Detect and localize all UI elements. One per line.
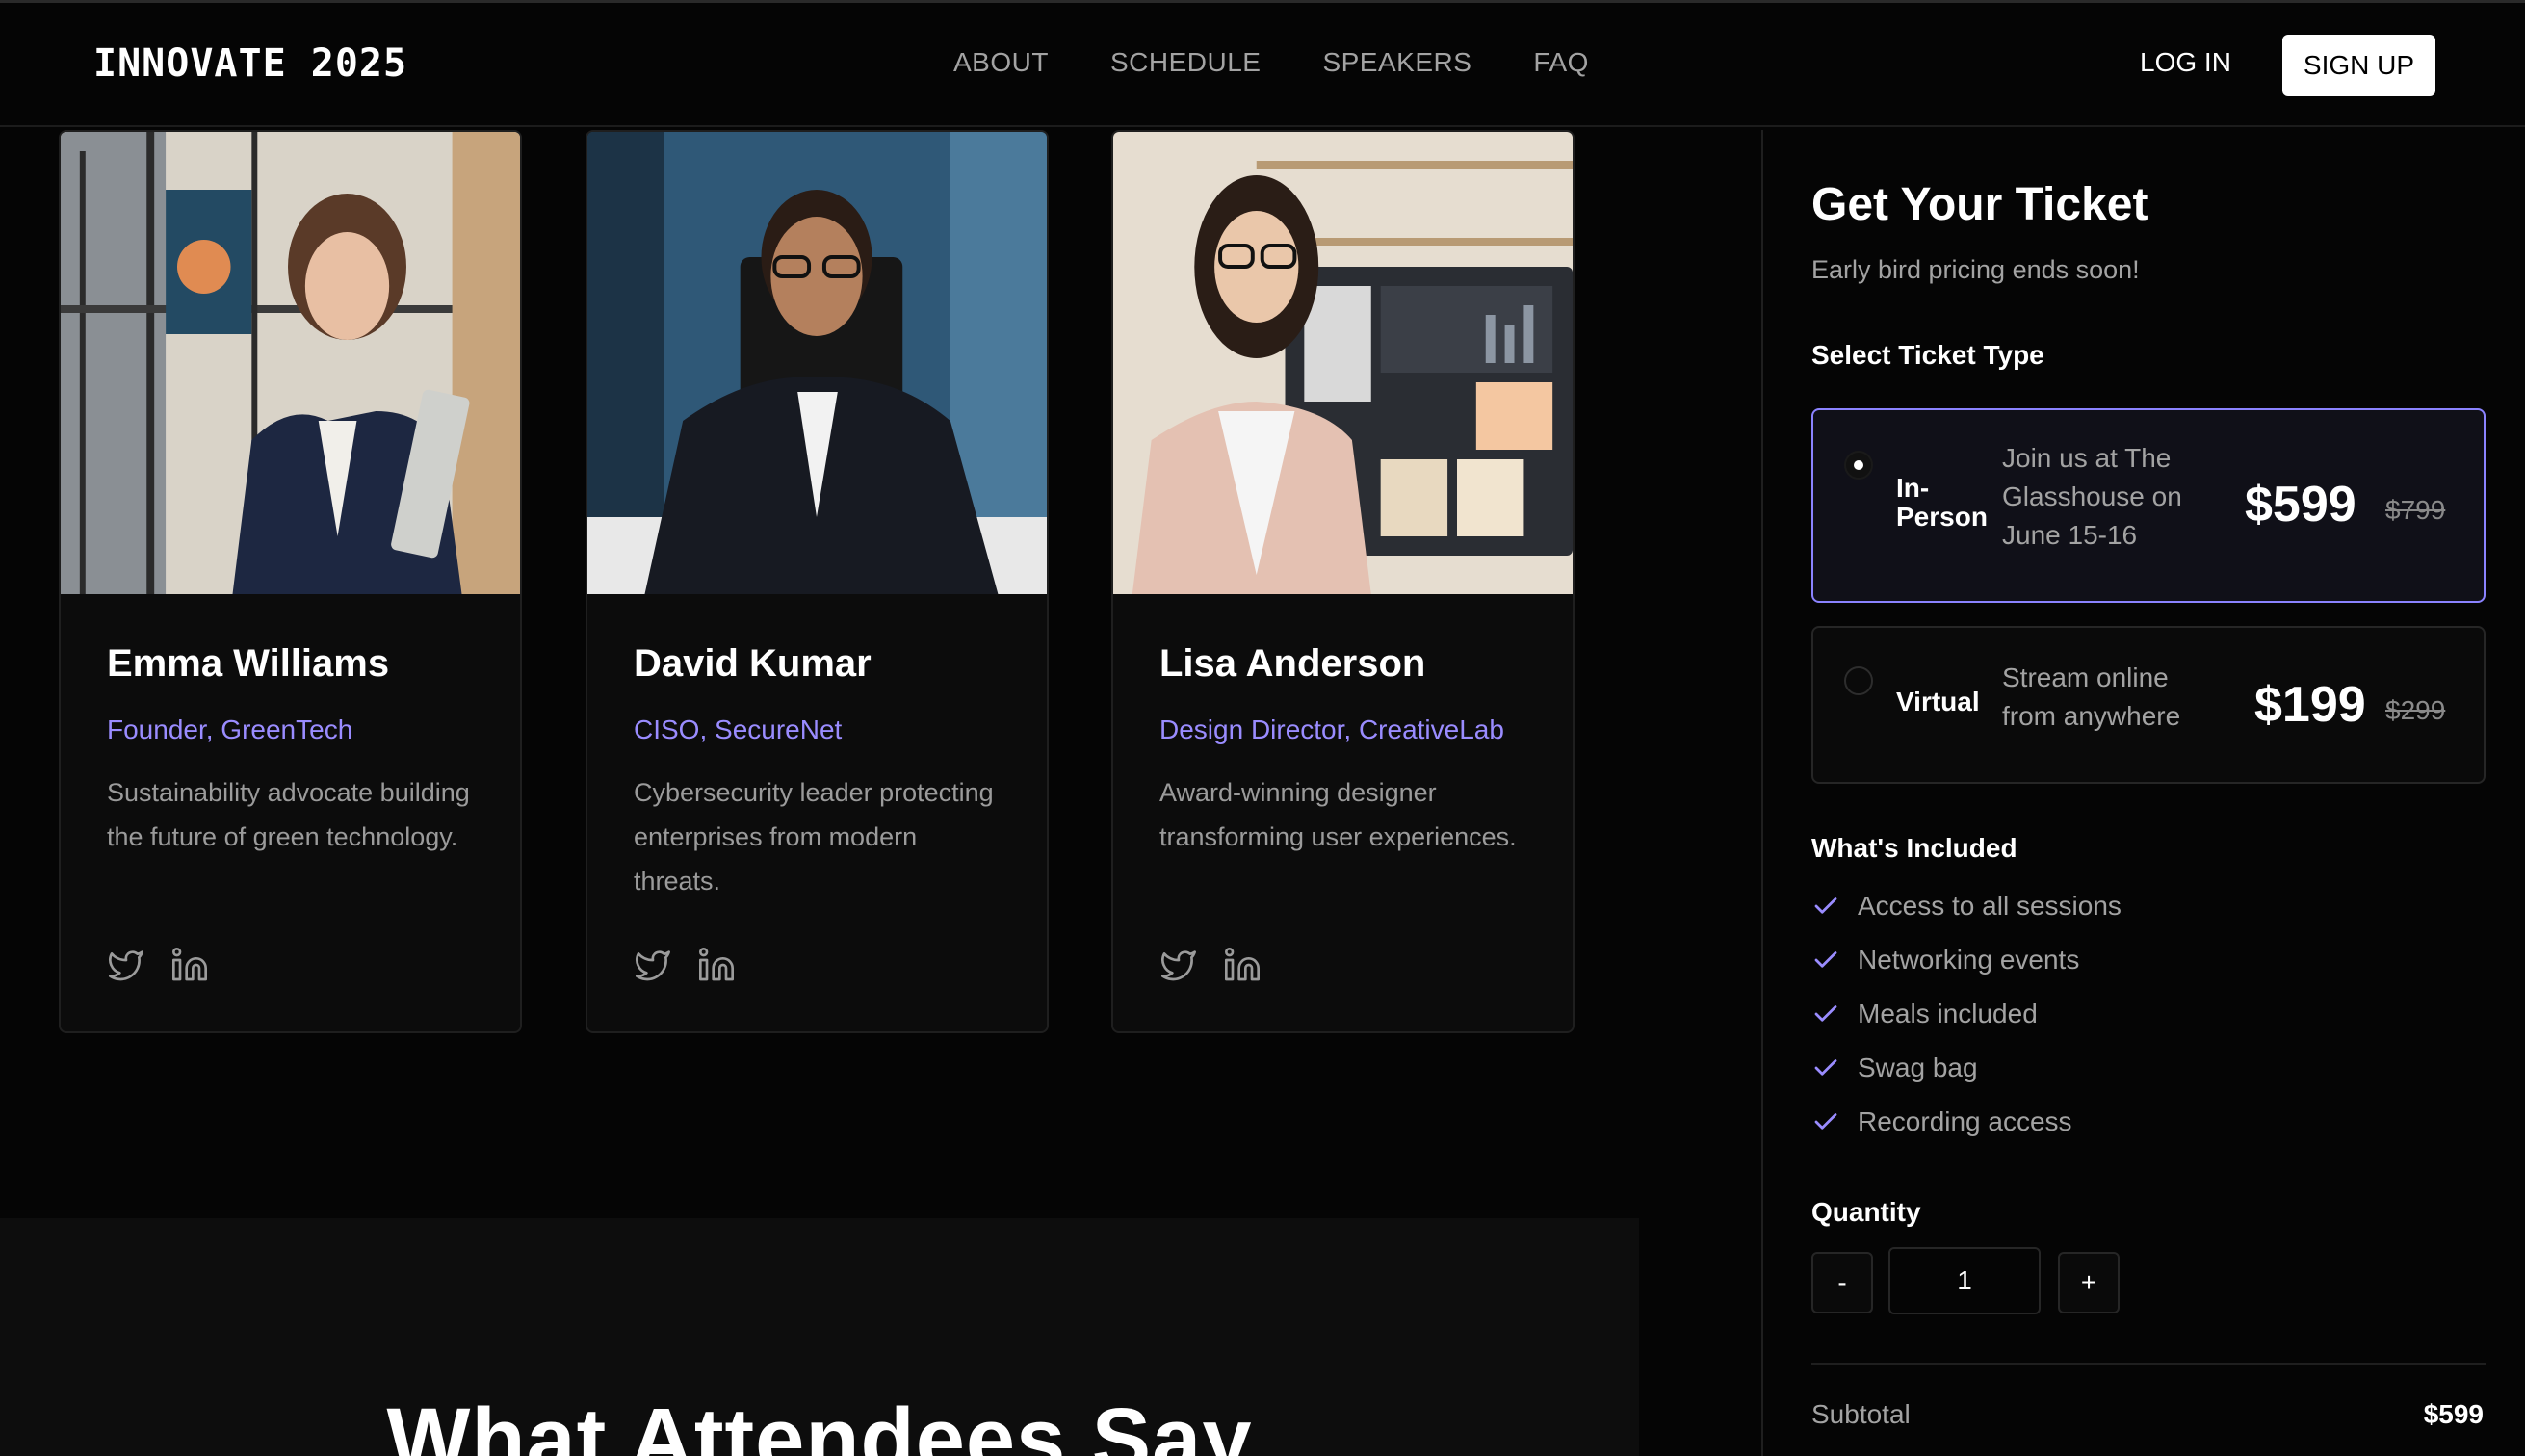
speaker-name: Lisa Anderson	[1159, 642, 1426, 685]
login-button[interactable]: LOG IN	[2140, 47, 2231, 78]
top-navbar: INNOVATE 2025 ABOUT SCHEDULE SPEAKERS FA…	[0, 3, 2525, 127]
speaker-card: Lisa Anderson Design Director, CreativeL…	[1111, 130, 1575, 1033]
ticket-panel: Get Your Ticket Early bird pricing ends …	[1761, 130, 2525, 1456]
check-icon	[1814, 1005, 1837, 1022]
speaker-bio: Cybersecurity leader protecting enterpri…	[634, 778, 994, 896]
speaker-name: David Kumar	[634, 642, 872, 685]
radio-virtual[interactable]	[1844, 666, 1873, 695]
speaker-bio: Sustainability advocate building the fut…	[107, 778, 470, 851]
nav-speakers[interactable]: SPEAKERS	[1322, 47, 1471, 78]
radio-in-person[interactable]	[1844, 451, 1873, 480]
ticket-option-desc: Stream online from anywhere	[2002, 663, 2181, 731]
subtotal-label: Subtotal	[1811, 1399, 1911, 1429]
ticket-option-price: $199	[2254, 677, 2366, 733]
quantity-heading: Quantity	[1811, 1197, 1921, 1227]
ticket-option-old-price: $299	[2385, 695, 2446, 725]
main-nav: ABOUT SCHEDULE SPEAKERS FAQ	[953, 47, 1589, 78]
speaker-photo	[587, 132, 1047, 594]
ticket-option-old-price: $799	[2385, 495, 2446, 525]
quantity-increment-button[interactable]: +	[2058, 1252, 2120, 1313]
speaker-role: CISO, SecureNet	[634, 715, 843, 744]
included-item-label: Recording access	[1858, 1106, 2072, 1136]
speaker-card: Emma Williams Founder, GreenTech Sustain…	[59, 130, 522, 1033]
included-item-label: Swag bag	[1858, 1053, 1978, 1082]
speaker-info: David Kumar CISO, SecureNet Cybersecurit…	[634, 642, 1008, 903]
subtotal-value: $599	[2423, 1399, 2484, 1429]
speaker-role: Founder, GreenTech	[107, 715, 353, 744]
quantity-decrement-button[interactable]: -	[1811, 1252, 1873, 1313]
ticket-title: Get Your Ticket	[1811, 179, 2148, 230]
page: INNOVATE 2025 ABOUT SCHEDULE SPEAKERS FA…	[0, 0, 2525, 1456]
included-item-label: Access to all sessions	[1858, 891, 2122, 921]
check-icon	[1814, 951, 1837, 968]
ticket-option-in-person[interactable]: In-Person Join us at The Glasshouse on J…	[1811, 408, 2486, 603]
check-icon	[1814, 897, 1837, 914]
nav-schedule[interactable]: SCHEDULE	[1110, 47, 1261, 78]
speaker-role: Design Director, CreativeLab	[1159, 715, 1504, 744]
social-links	[1159, 946, 1262, 984]
speaker-name: Emma Williams	[107, 642, 390, 685]
social-links	[107, 946, 209, 984]
linkedin-icon[interactable]	[697, 946, 736, 984]
quantity-input[interactable]	[1888, 1247, 2041, 1314]
ticket-option-virtual[interactable]: Virtual Stream online from anywhere $199…	[1811, 626, 2486, 784]
linkedin-icon[interactable]	[1223, 946, 1262, 984]
included-item: Swag bag	[1811, 1053, 1978, 1083]
included-item-label: Networking events	[1858, 945, 2080, 975]
twitter-icon[interactable]	[107, 946, 145, 984]
included-item: Networking events	[1811, 945, 2079, 975]
social-links	[634, 946, 736, 984]
check-icon	[1814, 1113, 1837, 1130]
ticket-option-name: In-Person	[1896, 473, 1988, 532]
speaker-card: David Kumar CISO, SecureNet Cybersecurit…	[586, 130, 1049, 1033]
nav-about[interactable]: ABOUT	[953, 47, 1049, 78]
signup-button[interactable]: SIGN UP	[2282, 35, 2435, 96]
included-item: Recording access	[1811, 1106, 2072, 1137]
whats-included-heading: What's Included	[1811, 833, 2017, 863]
twitter-icon[interactable]	[1159, 946, 1198, 984]
check-icon	[1814, 1059, 1837, 1076]
included-item-label: Meals included	[1858, 999, 2038, 1028]
brand-logo[interactable]: INNOVATE 2025	[93, 41, 407, 86]
ticket-option-desc: Join us at The Glasshouse on June 15-16	[2002, 443, 2182, 550]
included-item: Access to all sessions	[1811, 891, 2122, 922]
divider	[1811, 1363, 2486, 1365]
nav-faq[interactable]: FAQ	[1533, 47, 1589, 78]
included-item: Meals included	[1811, 999, 2038, 1029]
ticket-option-name: Virtual	[1896, 687, 1980, 716]
speaker-info: Emma Williams Founder, GreenTech Sustain…	[107, 642, 482, 859]
speaker-info: Lisa Anderson Design Director, CreativeL…	[1159, 642, 1534, 859]
speaker-photo	[1113, 132, 1573, 594]
ticket-subtitle: Early bird pricing ends soon!	[1811, 255, 2140, 284]
speaker-bio: Award-winning designer transforming user…	[1159, 778, 1517, 851]
ticket-option-price: $599	[2245, 477, 2356, 533]
select-ticket-heading: Select Ticket Type	[1811, 340, 2044, 370]
linkedin-icon[interactable]	[170, 946, 209, 984]
speaker-photo	[61, 132, 520, 594]
twitter-icon[interactable]	[634, 946, 672, 984]
testimonials-title: What Attendees Say	[386, 1391, 1253, 1456]
